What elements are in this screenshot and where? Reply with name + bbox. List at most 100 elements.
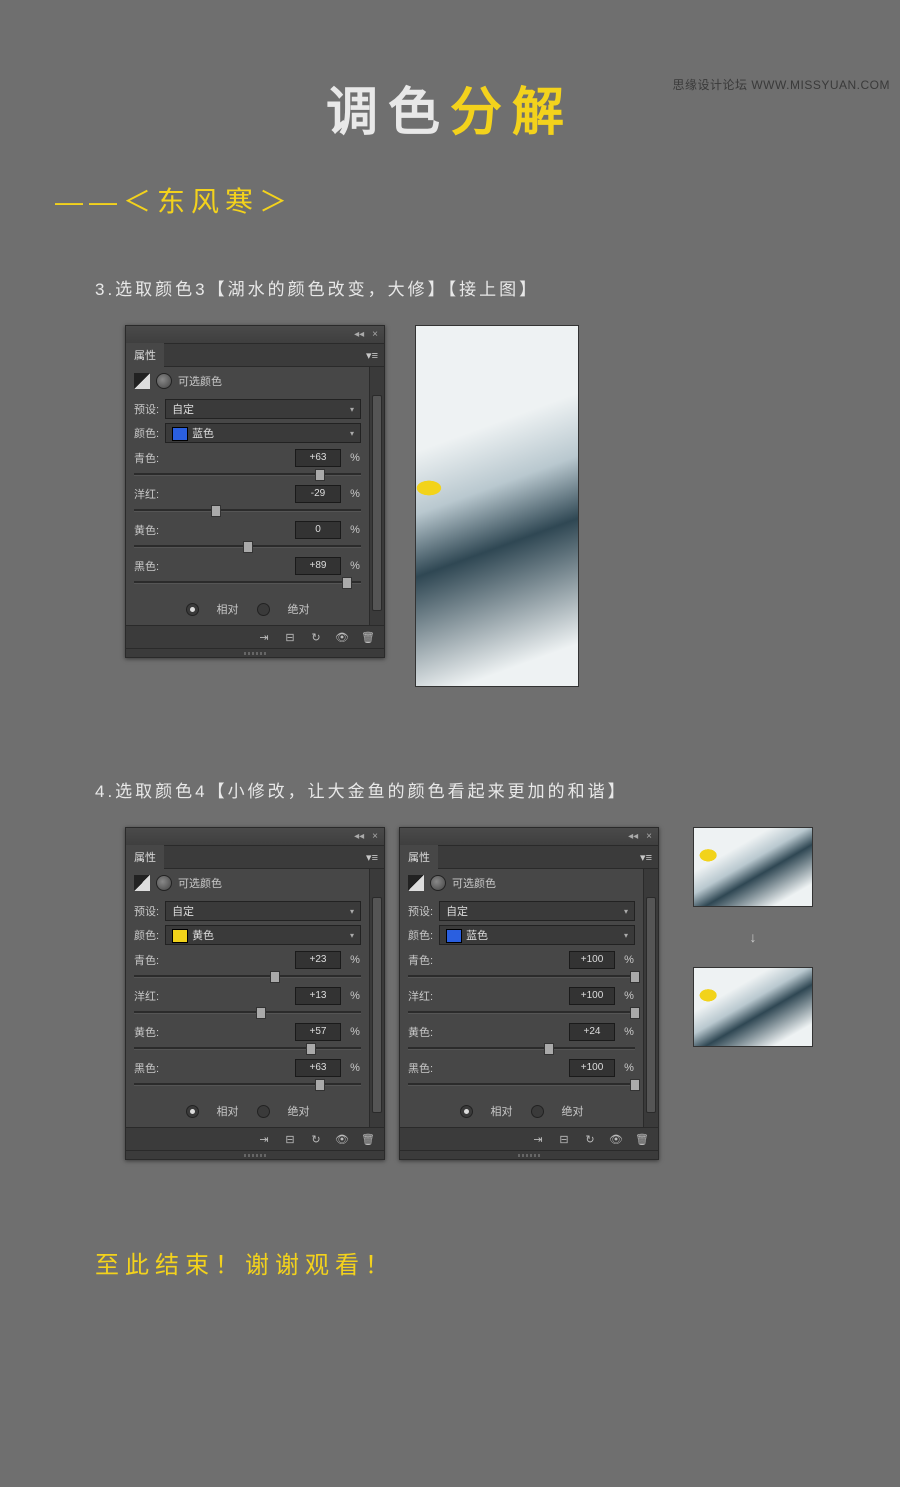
- black-value[interactable]: +63: [295, 1059, 341, 1077]
- preset-dropdown[interactable]: 自定▾: [165, 901, 361, 921]
- resize-handle[interactable]: [400, 1150, 658, 1159]
- pct: %: [349, 452, 361, 464]
- reset-icon[interactable]: ↻: [582, 1132, 598, 1146]
- trash-icon[interactable]: 🗑: [360, 1132, 376, 1146]
- panel-tab[interactable]: 属性: [400, 845, 438, 869]
- trash-icon[interactable]: 🗑: [360, 630, 376, 644]
- title-part2: 分解: [450, 84, 574, 142]
- panel-menu-icon[interactable]: ▾≡: [366, 349, 384, 362]
- panel-tab[interactable]: 属性: [126, 845, 164, 869]
- magenta-value[interactable]: +13: [295, 987, 341, 1005]
- color-swatch: [172, 427, 188, 441]
- clip-icon[interactable]: ⇥: [530, 1132, 546, 1146]
- visibility-icon[interactable]: 👁: [334, 1132, 350, 1146]
- color-dropdown[interactable]: 蓝色▾: [439, 925, 635, 945]
- adjustment-icon: [134, 875, 150, 891]
- magenta-label: 洋红:: [134, 486, 168, 502]
- magenta-value[interactable]: +100: [569, 987, 615, 1005]
- yellow-slider[interactable]: [408, 1043, 635, 1053]
- selective-color-panel-4a: ◂◂× 属性▾≡ 可选颜色 预设:自定▾ 颜色:黄色▾ 青色:+23% 洋红:+…: [125, 827, 385, 1160]
- collapse-icon[interactable]: ◂◂: [354, 831, 364, 842]
- selective-color-panel-4b: ◂◂× 属性▾≡ 可选颜色 预设:自定▾ 颜色:蓝色▾ 青色:+100% 洋红:…: [399, 827, 659, 1160]
- link-icon[interactable]: ⊟: [282, 630, 298, 644]
- magenta-slider[interactable]: [134, 1007, 361, 1017]
- visibility-icon[interactable]: 👁: [334, 630, 350, 644]
- reset-icon[interactable]: ↻: [308, 630, 324, 644]
- cyan-value[interactable]: +100: [569, 951, 615, 969]
- relative-radio[interactable]: [186, 1105, 199, 1118]
- absolute-radio[interactable]: [531, 1105, 544, 1118]
- panel-header: 属性 ▾≡: [126, 344, 384, 367]
- clip-icon[interactable]: ⇥: [256, 630, 272, 644]
- resize-handle[interactable]: [126, 648, 384, 657]
- black-value[interactable]: +100: [569, 1059, 615, 1077]
- color-dropdown[interactable]: 黄色 ▾: [165, 925, 361, 945]
- close-icon[interactable]: ×: [646, 831, 652, 842]
- black-slider[interactable]: [134, 1079, 361, 1089]
- yellow-slider[interactable]: [134, 1043, 361, 1053]
- collapse-icon[interactable]: ◂◂: [354, 329, 364, 340]
- mask-icon: [156, 373, 172, 389]
- step-3-label: 3.选取颜色3【湖水的颜色改变，大修】【接上图】: [95, 275, 900, 300]
- preset-label: 预设:: [134, 401, 159, 417]
- relative-radio[interactable]: [460, 1105, 473, 1118]
- panel-footer: ⇥ ⊟ ↻ 👁 🗑: [126, 625, 384, 648]
- preset-dropdown[interactable]: 自定 ▾: [165, 399, 361, 419]
- close-icon[interactable]: ×: [372, 831, 378, 842]
- close-icon[interactable]: ×: [372, 329, 378, 340]
- scrollbar[interactable]: [643, 869, 658, 1127]
- watermark: 思缘设计论坛 WWW.MISSYUAN.COM: [673, 76, 891, 93]
- clip-icon[interactable]: ⇥: [256, 1132, 272, 1146]
- absolute-radio[interactable]: [257, 603, 270, 616]
- visibility-icon[interactable]: 👁: [608, 1132, 624, 1146]
- panel-menu-icon[interactable]: ▾≡: [366, 851, 384, 864]
- adjustment-icon: [408, 875, 424, 891]
- adjustment-icon: [134, 373, 150, 389]
- link-icon[interactable]: ⊟: [282, 1132, 298, 1146]
- adjustment-name: 可选颜色: [178, 875, 222, 891]
- yellow-value[interactable]: 0: [295, 521, 341, 539]
- scrollbar[interactable]: [369, 869, 384, 1127]
- black-label: 黑色:: [134, 558, 168, 574]
- collapse-icon[interactable]: ◂◂: [628, 831, 638, 842]
- chevron-down-icon: ▾: [350, 931, 354, 940]
- step-4-label: 4.选取颜色4【小修改，让大金鱼的颜色看起来更加的和谐】: [95, 777, 900, 802]
- preview-after: [693, 967, 813, 1047]
- mask-icon: [156, 875, 172, 891]
- mask-icon: [430, 875, 446, 891]
- cyan-value[interactable]: +23: [295, 951, 341, 969]
- chevron-down-icon: ▾: [350, 405, 354, 414]
- reset-icon[interactable]: ↻: [308, 1132, 324, 1146]
- color-label: 颜色:: [134, 425, 159, 441]
- yellow-value[interactable]: +24: [569, 1023, 615, 1041]
- panel-menu-icon[interactable]: ▾≡: [640, 851, 658, 864]
- preview-image-step3: [415, 325, 579, 687]
- preset-dropdown[interactable]: 自定▾: [439, 901, 635, 921]
- yellow-value[interactable]: +57: [295, 1023, 341, 1041]
- trash-icon[interactable]: 🗑: [634, 1132, 650, 1146]
- color-dropdown[interactable]: 蓝色 ▾: [165, 423, 361, 443]
- panel-tab[interactable]: 属性: [126, 343, 164, 367]
- link-icon[interactable]: ⊟: [556, 1132, 572, 1146]
- cyan-slider[interactable]: [134, 469, 361, 479]
- relative-radio[interactable]: [186, 603, 199, 616]
- magenta-slider[interactable]: [134, 505, 361, 515]
- cyan-slider[interactable]: [408, 971, 635, 981]
- black-slider[interactable]: [408, 1079, 635, 1089]
- black-value[interactable]: +89: [295, 557, 341, 575]
- color-name: 黄色: [192, 930, 214, 942]
- cyan-value[interactable]: +63: [295, 449, 341, 467]
- scrollbar[interactable]: [369, 367, 384, 625]
- black-slider[interactable]: [134, 577, 361, 587]
- cyan-slider[interactable]: [134, 971, 361, 981]
- panel-tabbar: ◂◂ ×: [126, 326, 384, 344]
- resize-handle[interactable]: [126, 1150, 384, 1159]
- preview-column: ↓: [693, 827, 813, 1047]
- absolute-radio[interactable]: [257, 1105, 270, 1118]
- magenta-value[interactable]: -29: [295, 485, 341, 503]
- yellow-slider[interactable]: [134, 541, 361, 551]
- magenta-slider[interactable]: [408, 1007, 635, 1017]
- chevron-down-icon: ▾: [350, 907, 354, 916]
- chevron-down-icon: ▾: [624, 907, 628, 916]
- chevron-down-icon: ▾: [350, 429, 354, 438]
